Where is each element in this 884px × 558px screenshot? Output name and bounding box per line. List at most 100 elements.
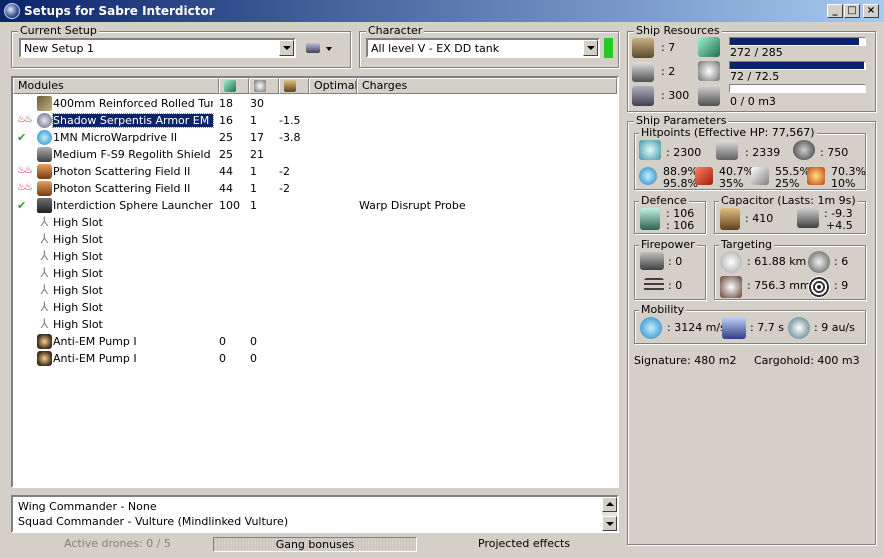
thermal-resist-icon: [695, 167, 713, 185]
module-name: High Slot: [53, 318, 103, 331]
rig-icon: [37, 334, 52, 349]
module-row[interactable]: ✔ Interdiction Sphere Launcher I 100 1 Warp …: [13, 197, 617, 214]
module-row[interactable]: Medium F-S9 Regolith Shield In... 25 21: [13, 146, 617, 163]
scan-resolution-icon: [720, 276, 742, 298]
drone-bay-text: 0 / 0 m3: [730, 95, 776, 108]
module-powergrid: 17: [250, 131, 264, 144]
photon-field-icon: [37, 164, 52, 179]
module-powergrid: 1: [250, 199, 257, 212]
module-row[interactable]: ♨♨ Photon Scattering Field II 44 1 -2: [13, 180, 617, 197]
header-charges[interactable]: Charges: [357, 78, 617, 94]
modules-list[interactable]: Modules Optimal Charges 400mm Reinforced…: [11, 76, 619, 488]
module-row[interactable]: ♨♨ Photon Scattering Field II 44 1 -2: [13, 163, 617, 180]
setup-select[interactable]: New Setup 1: [19, 38, 296, 58]
module-name: Medium F-S9 Regolith Shield In...: [53, 148, 213, 161]
module-row[interactable]: ⅄ High Slot: [13, 214, 617, 231]
module-name: High Slot: [53, 267, 103, 280]
shield-extender-icon: [37, 147, 52, 162]
armor-icon: [716, 140, 738, 160]
velocity-icon: [640, 317, 662, 339]
module-row[interactable]: Anti-EM Pump I 0 0: [13, 333, 617, 350]
module-cpu: 18: [219, 97, 233, 110]
firepower-turret: : 0: [668, 255, 683, 268]
module-row[interactable]: Anti-EM Pump I 0 0: [13, 350, 617, 367]
minimize-button[interactable]: _: [827, 4, 843, 18]
module-row[interactable]: ⅄ High Slot: [13, 316, 617, 333]
gang-scrollbar[interactable]: [602, 497, 617, 531]
powergrid-icon: [698, 61, 720, 81]
empty-slot-icon: ⅄: [40, 283, 49, 298]
module-row[interactable]: ⅄ High Slot: [13, 231, 617, 248]
launcher-hardpoint-icon: [632, 62, 654, 82]
module-row[interactable]: ✔ 1MN MicroWarpdrive II 25 17 -3.8: [13, 129, 617, 146]
status-empty: [17, 284, 31, 297]
defence-armor: : 106: [666, 219, 695, 232]
module-powergrid: 0: [250, 335, 257, 348]
chevron-down-icon[interactable]: [583, 40, 598, 56]
setup-options-button[interactable]: [306, 41, 334, 57]
module-name: High Slot: [53, 301, 103, 314]
module-row[interactable]: ⅄ High Slot: [13, 299, 617, 316]
wing-commander: Wing Commander - None: [18, 500, 157, 513]
cargohold: Cargohold: 400 m3: [754, 354, 860, 367]
module-name: High Slot: [53, 233, 103, 246]
status-empty: [17, 250, 31, 263]
scroll-down-button[interactable]: [602, 516, 617, 531]
close-button[interactable]: ×: [863, 4, 879, 18]
targeting-range-icon: [720, 251, 742, 273]
cpu-bar: [729, 37, 866, 46]
module-name: Photon Scattering Field II: [53, 165, 191, 178]
powergrid-icon: [254, 80, 266, 92]
module-row[interactable]: ⅄ High Slot: [13, 248, 617, 265]
status-empty: [17, 216, 31, 229]
character-select[interactable]: All level V - EX DD tank: [366, 38, 600, 58]
header-cpu[interactable]: [219, 78, 249, 94]
module-powergrid: 0: [250, 352, 257, 365]
module-name: Shadow Serpentis Armor EM H...: [52, 113, 214, 128]
align-time-icon: [722, 317, 746, 339]
chevron-down-icon[interactable]: [279, 40, 294, 56]
status-empty: [17, 267, 31, 280]
empty-slot-icon: ⅄: [40, 215, 49, 230]
targeting-label: Targeting: [719, 238, 775, 251]
hitpoints-label: Hitpoints (Effective HP: 77,567): [639, 126, 817, 139]
status-empty: [17, 233, 31, 246]
maximize-button[interactable]: □: [844, 4, 860, 18]
setup-select-value: New Setup 1: [24, 42, 95, 55]
header-modules[interactable]: Modules: [13, 78, 219, 94]
explosive-armor-resist: 10%: [831, 177, 856, 190]
gang-info-box[interactable]: Wing Commander - None Squad Commander - …: [11, 495, 619, 533]
module-row[interactable]: ⅄ High Slot: [13, 282, 617, 299]
armor-hp: : 2339: [745, 146, 781, 159]
overheat-icon: ♨♨: [17, 165, 33, 176]
title-bar: Setups for Sabre Interdictor _ □ ×: [0, 0, 884, 22]
module-name: Anti-EM Pump I: [53, 335, 137, 348]
kinetic-armor-resist: 25%: [775, 177, 800, 190]
character-select-value: All level V - EX DD tank: [371, 42, 500, 55]
module-cpu: 44: [219, 165, 233, 178]
modules-header: Modules Optimal Charges: [13, 78, 617, 94]
module-powergrid: 1: [250, 182, 257, 195]
turret-count: : 7: [661, 41, 676, 54]
squad-commander: Squad Commander - Vulture (Mindlinked Vu…: [18, 515, 289, 528]
module-powergrid: 1: [250, 165, 257, 178]
module-name: Anti-EM Pump I: [53, 352, 137, 365]
module-row[interactable]: ♨♨ Shadow Serpentis Armor EM H... 16 1 -1.5: [13, 112, 617, 129]
module-row[interactable]: 400mm Reinforced Rolled Tun... 18 30: [13, 95, 617, 112]
module-row[interactable]: ⅄ High Slot: [13, 265, 617, 282]
ship-icon: [306, 43, 320, 53]
scroll-up-button[interactable]: [602, 497, 617, 512]
header-capacitor[interactable]: [279, 78, 309, 94]
header-powergrid[interactable]: [249, 78, 279, 94]
structure-hp: : 750: [820, 146, 849, 159]
module-name: High Slot: [53, 250, 103, 263]
drone-dps-icon: [644, 278, 664, 292]
drone-bay-bar: [729, 84, 866, 93]
gang-bonuses-button[interactable]: Gang bonuses: [213, 537, 417, 552]
projected-effects-button[interactable]: Projected effects: [478, 537, 570, 550]
header-optimal[interactable]: Optimal: [309, 78, 357, 94]
capacitor-icon: [284, 80, 296, 92]
capacitor-icon: [720, 208, 740, 230]
thermal-armor-resist: 35%: [719, 177, 744, 190]
module-powergrid: 21: [250, 148, 264, 161]
